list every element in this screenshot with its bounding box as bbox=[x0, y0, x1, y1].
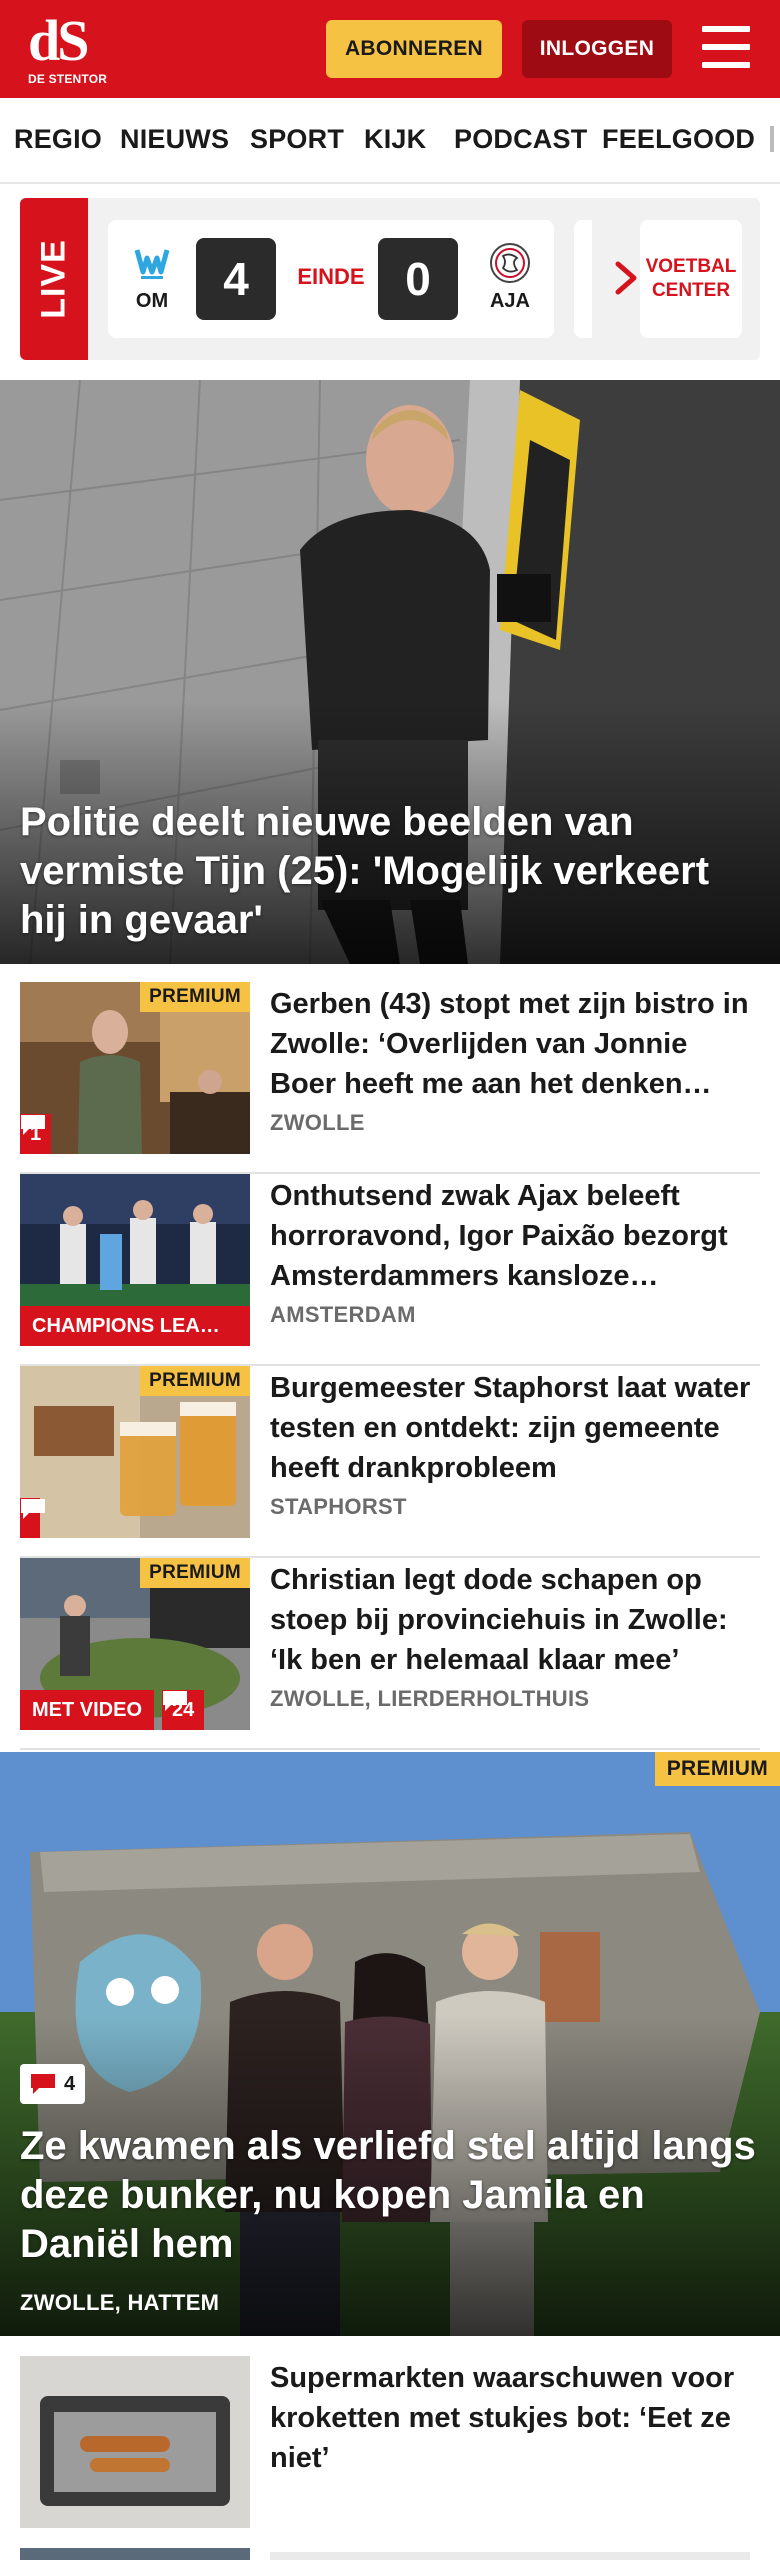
nav-item-feelgood[interactable]: FEELGOOD bbox=[602, 124, 755, 155]
login-button[interactable]: INLOGGEN bbox=[522, 20, 672, 78]
away-score: 0 bbox=[378, 238, 458, 320]
category-badge[interactable]: CHAMPIONS LEA… bbox=[20, 1306, 250, 1346]
article-thumbnail bbox=[20, 2356, 250, 2528]
article-title[interactable]: Gerben (43) stopt met zijn bistro in Zwo… bbox=[270, 984, 760, 1104]
hamburger-menu-icon[interactable] bbox=[700, 22, 752, 72]
away-club-name: AJA bbox=[489, 290, 530, 312]
feature-headline[interactable]: Ze kwamen als verliefd stel altijd langs… bbox=[20, 2122, 760, 2269]
hero-article[interactable]: Politie deelt nieuwe beelden van vermist… bbox=[0, 380, 780, 964]
comment-icon bbox=[21, 1115, 45, 1135]
nav-item-sport[interactable]: SPORT bbox=[250, 124, 344, 155]
next-article-thumbnail-peek bbox=[20, 2548, 250, 2560]
home-club-name: OM bbox=[135, 290, 169, 312]
chevron-right-icon[interactable] bbox=[610, 258, 644, 298]
site-header: dS DE STENTOR ABONNEREN INLOGGEN bbox=[0, 0, 780, 98]
article-title[interactable]: Onthutsend zwak Ajax beleeft horroravond… bbox=[270, 1176, 760, 1296]
voetbal-center-button[interactable]: VOETBAL CENTER bbox=[640, 220, 742, 338]
comment-count-badge[interactable]: 1 bbox=[20, 1114, 52, 1154]
article-location: ZWOLLE bbox=[270, 1110, 365, 1135]
home-club: OM bbox=[122, 242, 182, 313]
nav-item-kijk[interactable]: KIJK bbox=[364, 124, 426, 155]
premium-badge: PREMIUM bbox=[654, 1752, 780, 1786]
article-location: AMSTERDAM bbox=[270, 1302, 416, 1327]
comment-badge[interactable] bbox=[20, 1498, 45, 1538]
nav-item-regio[interactable]: REGIO bbox=[14, 124, 102, 155]
feature-article[interactable]: PREMIUM 4 Ze kwamen als verliefd stel al… bbox=[0, 1752, 780, 2336]
article-thumbnail: PREMIUM 1 bbox=[20, 982, 250, 1154]
article-thumbnail: CHAMPIONS LEA… bbox=[20, 1174, 250, 1346]
comment-count: 4 bbox=[64, 2072, 76, 2095]
article-thumbnail: PREMIUM MET VIDEO 24 bbox=[20, 1558, 250, 1730]
article-title[interactable]: Burgemeester Staphorst laat water testen… bbox=[270, 1368, 760, 1488]
section-nav: REGIO NIEUWS SPORT KIJK PODCAST FEELGOOD bbox=[0, 98, 780, 184]
comment-icon bbox=[21, 1499, 45, 1519]
logo-subtitle: DE STENTOR bbox=[28, 72, 108, 86]
article-title[interactable]: Supermarkten waarschuwen voor kroketten … bbox=[270, 2358, 760, 2478]
article-card[interactable]: PREMIUM MET VIDEO 24 Christian legt dode… bbox=[20, 1558, 760, 1750]
article-title[interactable]: Christian legt dode schapen op stoep bij… bbox=[270, 1560, 760, 1680]
kroket-fryer-photo bbox=[20, 2356, 250, 2528]
subscribe-button[interactable]: ABONNEREN bbox=[326, 20, 502, 78]
match-card[interactable]: OM 4 EINDE 0 AJA bbox=[108, 220, 554, 338]
site-logo[interactable]: dS DE STENTOR bbox=[28, 12, 112, 90]
article-thumbnail: PREMIUM bbox=[20, 1366, 250, 1538]
away-club: AJA bbox=[480, 242, 540, 313]
comment-icon bbox=[163, 1691, 187, 1711]
live-label: LIVE bbox=[20, 198, 88, 360]
article-card[interactable]: Supermarkten waarschuwen voor kroketten … bbox=[20, 2356, 760, 2548]
premium-badge: PREMIUM bbox=[140, 1366, 250, 1396]
next-article-title-peek bbox=[270, 2552, 750, 2560]
video-badge[interactable]: MET VIDEO bbox=[20, 1690, 155, 1730]
live-scoreboard: LIVE OM 4 EINDE 0 AJA VOETBAL CENTER bbox=[20, 198, 760, 360]
om-crest-icon bbox=[134, 249, 170, 279]
match-status: EINDE bbox=[297, 264, 365, 289]
comment-count-badge[interactable]: 24 bbox=[162, 1690, 205, 1730]
nav-overflow-fade bbox=[770, 126, 774, 152]
premium-badge: PREMIUM bbox=[140, 982, 250, 1012]
article-location: ZWOLLE, LIERDERHOLTHUIS bbox=[270, 1686, 590, 1711]
article-card[interactable]: CHAMPIONS LEA… Onthutsend zwak Ajax bele… bbox=[20, 1174, 760, 1366]
article-card[interactable]: PREMIUM 1 Gerben (43) stopt met zijn bis… bbox=[20, 982, 760, 1174]
next-match-card-edge[interactable] bbox=[574, 220, 592, 338]
hero-headline[interactable]: Politie deelt nieuwe beelden van vermist… bbox=[20, 798, 760, 945]
home-score: 4 bbox=[196, 238, 276, 320]
comment-icon bbox=[31, 2074, 55, 2094]
ajax-crest-icon bbox=[490, 243, 530, 283]
nav-item-podcast[interactable]: PODCAST bbox=[454, 124, 587, 155]
feature-location: ZWOLLE, HATTEM bbox=[20, 2290, 220, 2315]
premium-badge: PREMIUM bbox=[140, 1558, 250, 1588]
article-location: STAPHORST bbox=[270, 1494, 407, 1519]
article-card[interactable]: PREMIUM Burgemeester Staphorst laat wate… bbox=[20, 1366, 760, 1558]
logo-mark: dS bbox=[28, 8, 90, 73]
nav-item-nieuws[interactable]: NIEUWS bbox=[120, 124, 229, 155]
comment-count-badge[interactable]: 4 bbox=[20, 2064, 86, 2104]
